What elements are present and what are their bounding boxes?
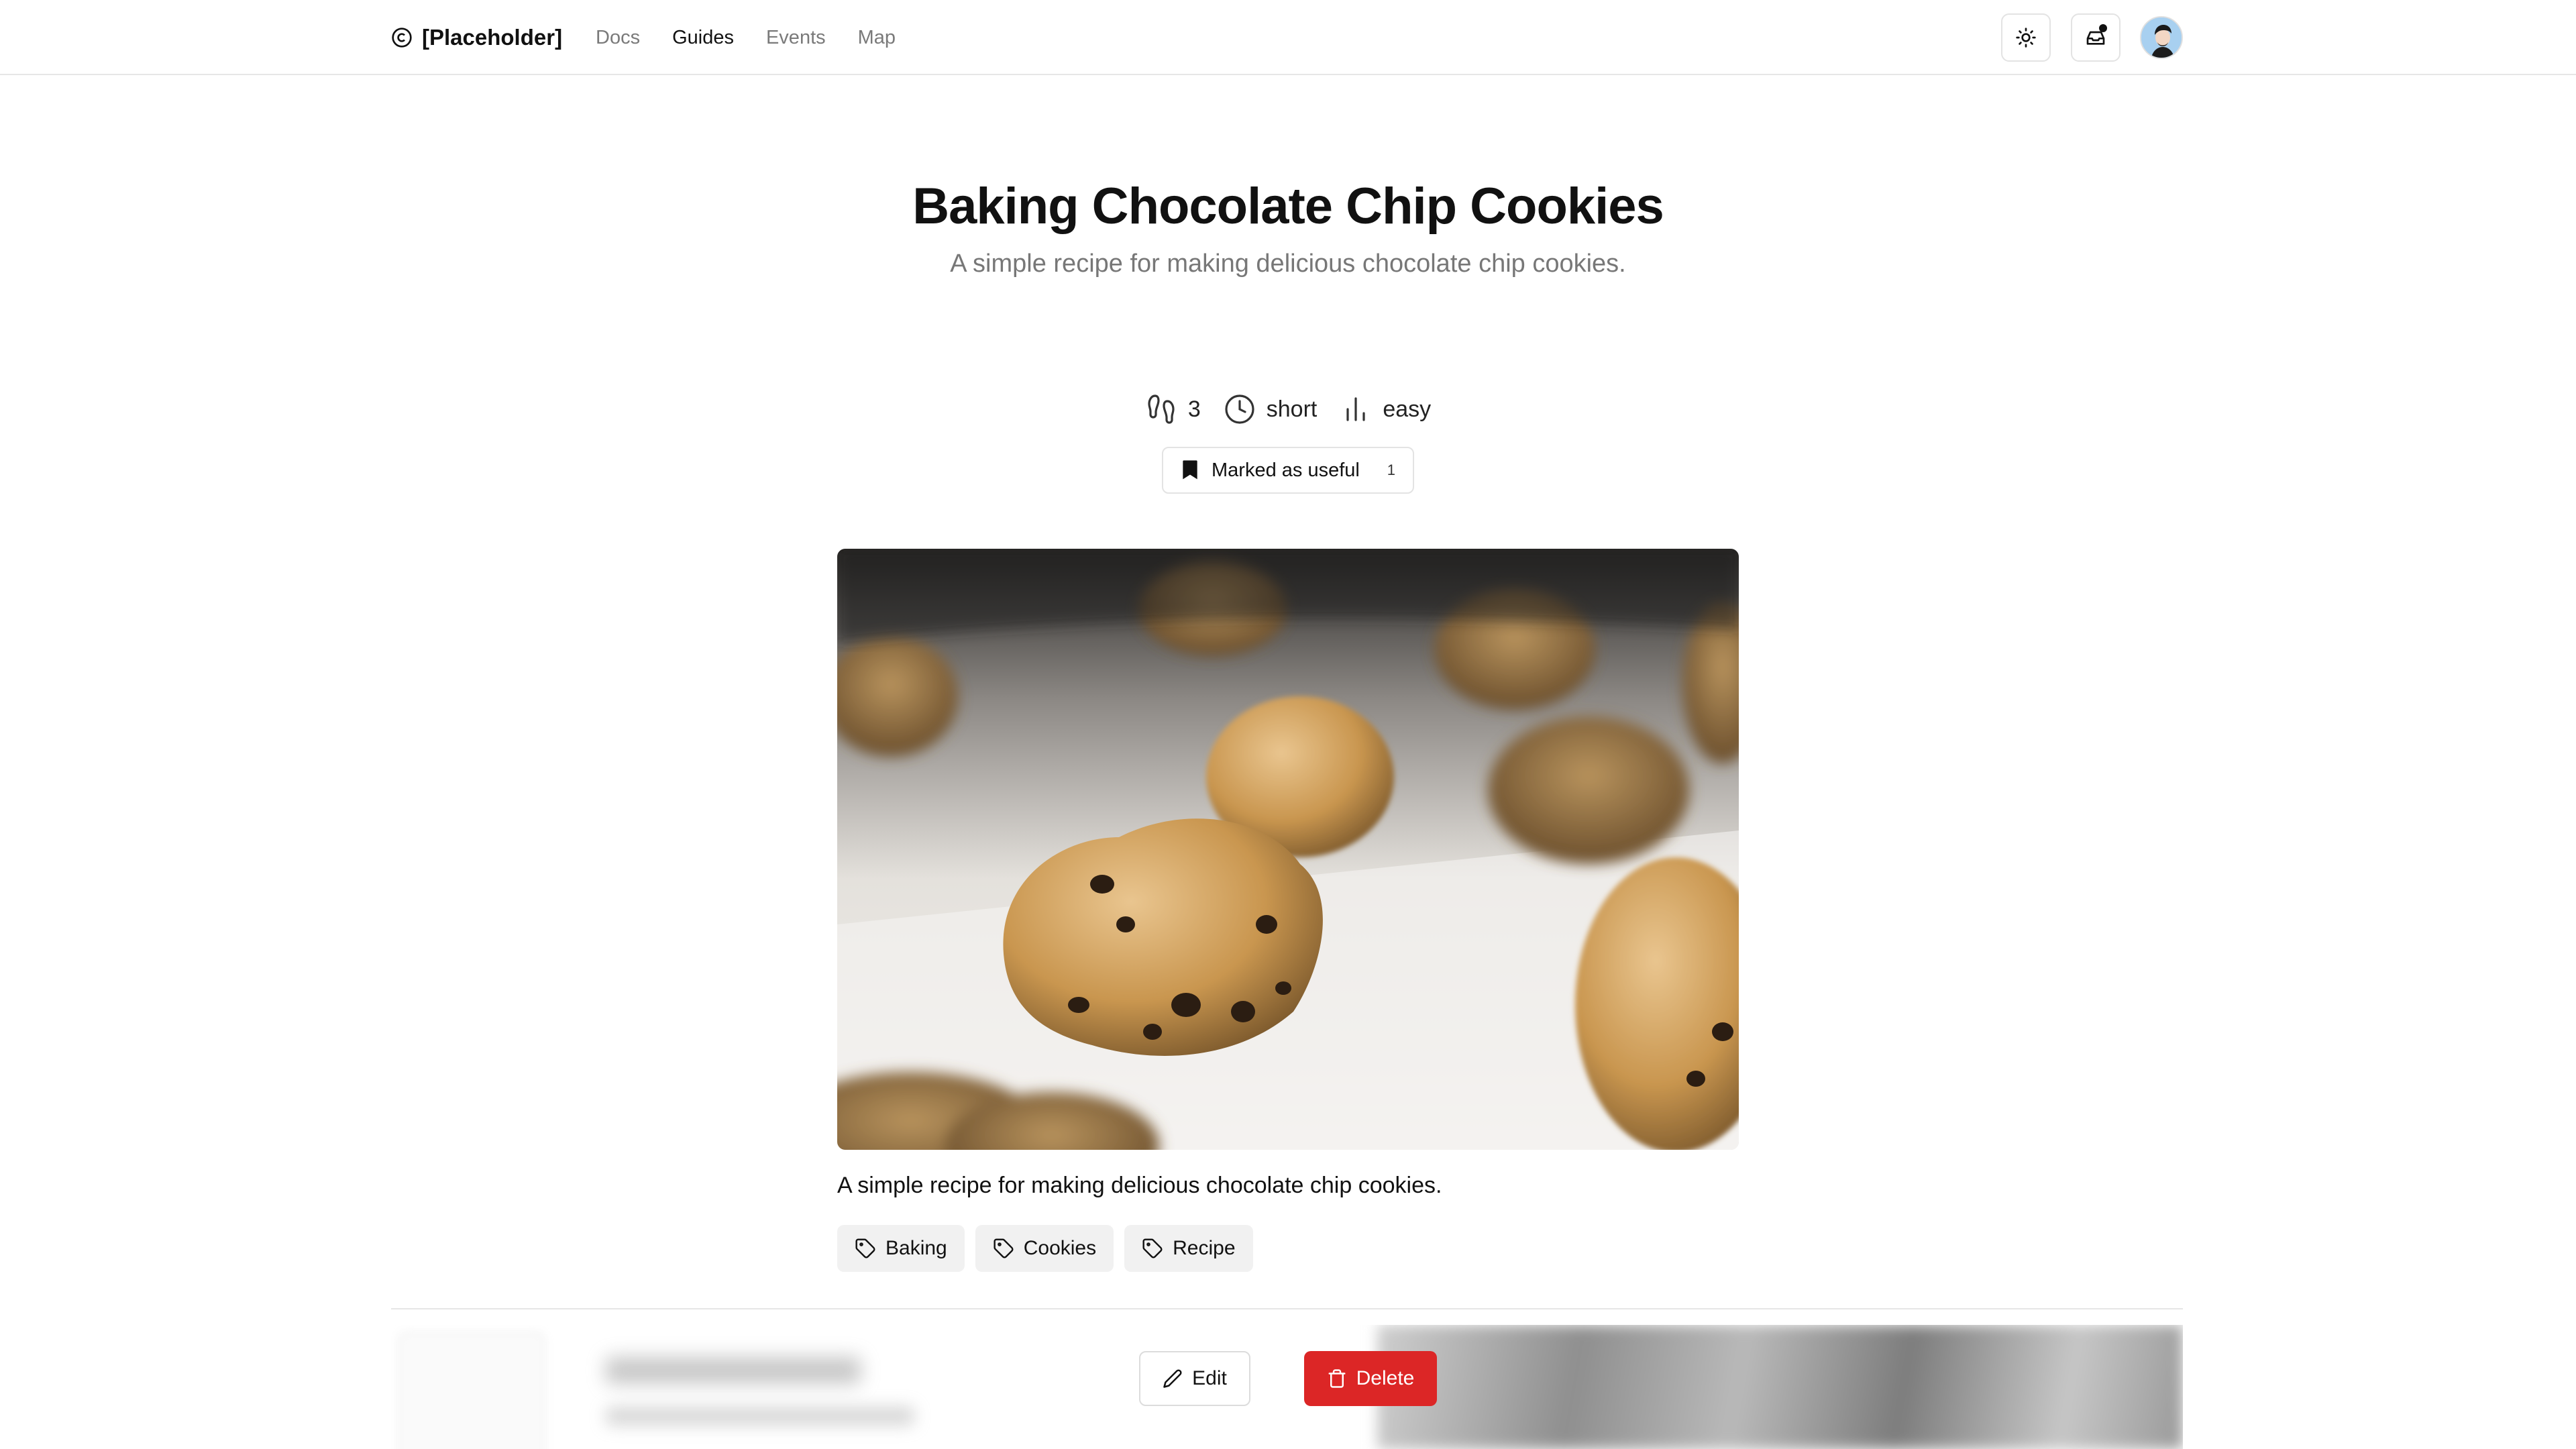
meta-difficulty: easy [1340,393,1431,425]
tag-cookies[interactable]: Cookies [975,1225,1114,1272]
meta-steps-value: 3 [1187,396,1201,422]
delete-button-label: Delete [1356,1367,1415,1389]
meta-duration: short [1224,393,1318,425]
tag-label: Recipe [1173,1237,1236,1259]
main-nav: Docs Guides Events Map [596,21,896,54]
section-divider [391,1308,2183,1309]
nav-docs[interactable]: Docs [596,27,640,49]
cookie-dough-photo [837,549,1739,1150]
photo-caption: A simple recipe for making delicious cho… [837,1173,1442,1198]
marked-useful-label: Marked as useful [1212,459,1360,481]
inbox-button[interactable] [2071,13,2121,62]
edit-button[interactable]: Edit [1139,1351,1250,1406]
blurred-step-subtitle [606,1407,914,1426]
blurred-step-preview [391,1325,2183,1449]
blurred-step-image [1377,1325,2183,1449]
tag-label: Baking [885,1237,947,1259]
tag-icon [994,1238,1014,1258]
bar-chart-icon [1346,397,1365,421]
blurred-step-card [398,1332,545,1449]
pencil-icon [1163,1369,1182,1388]
blurred-step-title [606,1357,861,1384]
nav-events[interactable]: Events [766,27,826,49]
avatar-image [2141,17,2182,58]
delete-button[interactable]: Delete [1304,1351,1437,1406]
nav-map[interactable]: Map [858,27,896,49]
tag-icon [1142,1238,1163,1258]
meta-steps: 3 [1145,393,1201,425]
page-subtitle: A simple recipe for making delicious cho… [950,250,1626,278]
cookie-dough-image [837,549,1739,1150]
marked-useful-count: 1 [1387,462,1395,478]
edit-button-label: Edit [1192,1367,1227,1389]
tag-recipe[interactable]: Recipe [1124,1225,1253,1272]
sun-icon [2016,28,2036,48]
tag-icon [855,1238,875,1258]
tag-label: Cookies [1023,1237,1097,1259]
brand-name: [Placeholder] [422,25,563,50]
meta-duration-value: short [1266,396,1318,422]
notification-dot [2099,24,2107,32]
footprints-icon [1148,394,1175,424]
tag-list: Baking Cookies Recipe [837,1225,1253,1272]
top-navbar: [Placeholder] Docs Guides Events Map [0,0,2576,75]
guide-meta: 3 short easy [0,390,2576,428]
avatar[interactable] [2140,16,2183,59]
nav-guides[interactable]: Guides [672,27,734,49]
brand-link[interactable]: [Placeholder] [391,21,562,54]
copyright-icon [392,28,412,48]
meta-difficulty-value: easy [1383,396,1432,422]
tag-baking[interactable]: Baking [837,1225,965,1272]
clock-icon [1225,394,1254,424]
trash-icon [1328,1369,1346,1388]
marked-useful-button[interactable]: Marked as useful 1 [1162,447,1414,494]
bookmark-icon [1183,460,1197,480]
page-title: Baking Chocolate Chip Cookies [912,178,1664,235]
theme-toggle-button[interactable] [2001,13,2051,62]
